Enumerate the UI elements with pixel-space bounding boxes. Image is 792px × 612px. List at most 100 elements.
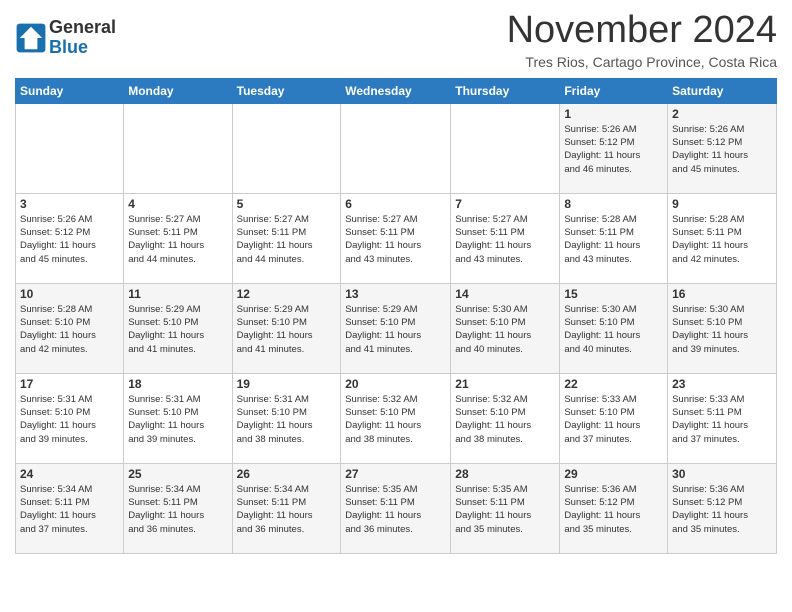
day-info: Sunrise: 5:27 AM Sunset: 5:11 PM Dayligh… <box>237 213 337 266</box>
day-cell: 6Sunrise: 5:27 AM Sunset: 5:11 PM Daylig… <box>341 193 451 283</box>
day-cell: 30 Sunrise: 5:36 AM Sunset: 5:12 PM Dayli… <box>668 463 777 553</box>
day-cell: 23 Sunrise: 5:33 AM Sunset: 5:11 PM Dayli… <box>668 373 777 463</box>
day-number: 27 <box>345 467 446 481</box>
day-number: 26 <box>237 467 337 481</box>
day-info: Sunrise: 5:28 AM Sunset: 5:10 PM Dayligh… <box>20 303 119 356</box>
day-cell: 26Sunrise: 5:34 AM Sunset: 5:11 PM Dayli… <box>232 463 341 553</box>
day-number: 19 <box>237 377 337 391</box>
header-thursday: Thursday <box>451 78 560 103</box>
header-monday: Monday <box>124 78 232 103</box>
day-cell <box>232 103 341 193</box>
day-cell <box>341 103 451 193</box>
day-info: Sunrise: 5:33 AM Sunset: 5:10 PM Dayligh… <box>564 393 663 446</box>
page-header: General Blue November 2024 Tres Rios, Ca… <box>15 10 777 70</box>
header-wednesday: Wednesday <box>341 78 451 103</box>
day-number: 22 <box>564 377 663 391</box>
day-info: Sunrise: 5:32 AM Sunset: 5:10 PM Dayligh… <box>345 393 446 446</box>
day-cell: 27 Sunrise: 5:35 AM Sunset: 5:11 PM Dayli… <box>341 463 451 553</box>
day-number: 24 <box>20 467 119 481</box>
day-info: Sunrise: 5:26 AM Sunset: 5:12 PM Dayligh… <box>672 123 772 176</box>
day-info: Sunrise: 5:31 AM Sunset: 5:10 PM Dayligh… <box>128 393 227 446</box>
header-friday: Friday <box>560 78 668 103</box>
day-number: 4 <box>128 197 227 211</box>
logo: General Blue <box>15 18 116 58</box>
day-info: Sunrise: 5:29 AM Sunset: 5:10 PM Dayligh… <box>345 303 446 356</box>
header-row: SundayMondayTuesdayWednesdayThursdayFrid… <box>16 78 777 103</box>
day-number: 9 <box>672 197 772 211</box>
day-cell: 18 Sunrise: 5:31 AM Sunset: 5:10 PM Dayli… <box>124 373 232 463</box>
day-info: Sunrise: 5:32 AM Sunset: 5:10 PM Dayligh… <box>455 393 555 446</box>
day-cell: 1 Sunrise: 5:26 AM Sunset: 5:12 PM Daylig… <box>560 103 668 193</box>
day-number: 29 <box>564 467 663 481</box>
day-cell: 28 Sunrise: 5:35 AM Sunset: 5:11 PM Dayli… <box>451 463 560 553</box>
day-number: 23 <box>672 377 772 391</box>
day-info: Sunrise: 5:33 AM Sunset: 5:11 PM Dayligh… <box>672 393 772 446</box>
title-section: November 2024 Tres Rios, Cartago Provinc… <box>507 10 777 70</box>
day-info: Sunrise: 5:26 AM Sunset: 5:12 PM Dayligh… <box>564 123 663 176</box>
calendar-table: SundayMondayTuesdayWednesdayThursdayFrid… <box>15 78 777 554</box>
day-info: Sunrise: 5:35 AM Sunset: 5:11 PM Dayligh… <box>345 483 446 536</box>
day-number: 15 <box>564 287 663 301</box>
day-cell <box>16 103 124 193</box>
header-saturday: Saturday <box>668 78 777 103</box>
week-row-3: 17 Sunrise: 5:31 AM Sunset: 5:10 PM Dayli… <box>16 373 777 463</box>
day-info: Sunrise: 5:28 AM Sunset: 5:11 PM Dayligh… <box>564 213 663 266</box>
day-number: 14 <box>455 287 555 301</box>
day-cell <box>124 103 232 193</box>
day-cell: 3 Sunrise: 5:26 AM Sunset: 5:12 PM Daylig… <box>16 193 124 283</box>
day-info: Sunrise: 5:30 AM Sunset: 5:10 PM Dayligh… <box>455 303 555 356</box>
day-number: 8 <box>564 197 663 211</box>
day-cell: 17Sunrise: 5:31 AM Sunset: 5:10 PM Dayli… <box>16 373 124 463</box>
day-number: 12 <box>237 287 337 301</box>
day-number: 3 <box>20 197 119 211</box>
day-number: 25 <box>128 467 227 481</box>
day-number: 18 <box>128 377 227 391</box>
week-row-1: 3 Sunrise: 5:26 AM Sunset: 5:12 PM Daylig… <box>16 193 777 283</box>
day-info: Sunrise: 5:30 AM Sunset: 5:10 PM Dayligh… <box>564 303 663 356</box>
day-info: Sunrise: 5:35 AM Sunset: 5:11 PM Dayligh… <box>455 483 555 536</box>
day-info: Sunrise: 5:34 AM Sunset: 5:11 PM Dayligh… <box>128 483 227 536</box>
day-cell: 14 Sunrise: 5:30 AM Sunset: 5:10 PM Dayli… <box>451 283 560 373</box>
day-info: Sunrise: 5:27 AM Sunset: 5:11 PM Dayligh… <box>455 213 555 266</box>
day-number: 28 <box>455 467 555 481</box>
day-info: Sunrise: 5:29 AM Sunset: 5:10 PM Dayligh… <box>237 303 337 356</box>
day-number: 10 <box>20 287 119 301</box>
day-number: 17 <box>20 377 119 391</box>
day-number: 20 <box>345 377 446 391</box>
day-number: 11 <box>128 287 227 301</box>
day-cell: 25 Sunrise: 5:34 AM Sunset: 5:11 PM Dayli… <box>124 463 232 553</box>
day-cell: 29Sunrise: 5:36 AM Sunset: 5:12 PM Dayli… <box>560 463 668 553</box>
day-cell: 11 Sunrise: 5:29 AM Sunset: 5:10 PM Dayli… <box>124 283 232 373</box>
subtitle: Tres Rios, Cartago Province, Costa Rica <box>507 54 777 70</box>
day-number: 6 <box>345 197 446 211</box>
day-cell: 5Sunrise: 5:27 AM Sunset: 5:11 PM Daylig… <box>232 193 341 283</box>
day-number: 2 <box>672 107 772 121</box>
week-row-2: 10 Sunrise: 5:28 AM Sunset: 5:10 PM Dayli… <box>16 283 777 373</box>
day-cell: 22 Sunrise: 5:33 AM Sunset: 5:10 PM Dayli… <box>560 373 668 463</box>
day-number: 30 <box>672 467 772 481</box>
day-cell: 2 Sunrise: 5:26 AM Sunset: 5:12 PM Daylig… <box>668 103 777 193</box>
day-cell: 10 Sunrise: 5:28 AM Sunset: 5:10 PM Dayli… <box>16 283 124 373</box>
day-cell: 20 Sunrise: 5:32 AM Sunset: 5:10 PM Dayli… <box>341 373 451 463</box>
month-title: November 2024 <box>507 10 777 52</box>
day-cell: 7Sunrise: 5:27 AM Sunset: 5:11 PM Daylig… <box>451 193 560 283</box>
day-cell <box>451 103 560 193</box>
day-cell: 9Sunrise: 5:28 AM Sunset: 5:11 PM Daylig… <box>668 193 777 283</box>
day-info: Sunrise: 5:26 AM Sunset: 5:12 PM Dayligh… <box>20 213 119 266</box>
logo-line1: General <box>49 18 116 38</box>
day-cell: 8 Sunrise: 5:28 AM Sunset: 5:11 PM Daylig… <box>560 193 668 283</box>
day-cell: 24 Sunrise: 5:34 AM Sunset: 5:11 PM Dayli… <box>16 463 124 553</box>
day-info: Sunrise: 5:36 AM Sunset: 5:12 PM Dayligh… <box>672 483 772 536</box>
day-info: Sunrise: 5:34 AM Sunset: 5:11 PM Dayligh… <box>20 483 119 536</box>
day-cell: 13Sunrise: 5:29 AM Sunset: 5:10 PM Dayli… <box>341 283 451 373</box>
day-info: Sunrise: 5:29 AM Sunset: 5:10 PM Dayligh… <box>128 303 227 356</box>
week-row-4: 24 Sunrise: 5:34 AM Sunset: 5:11 PM Dayli… <box>16 463 777 553</box>
logo-line2: Blue <box>49 38 116 58</box>
day-info: Sunrise: 5:30 AM Sunset: 5:10 PM Dayligh… <box>672 303 772 356</box>
day-cell: 12 Sunrise: 5:29 AM Sunset: 5:10 PM Dayli… <box>232 283 341 373</box>
header-sunday: Sunday <box>16 78 124 103</box>
day-cell: 19Sunrise: 5:31 AM Sunset: 5:10 PM Dayli… <box>232 373 341 463</box>
day-cell: 15 Sunrise: 5:30 AM Sunset: 5:10 PM Dayli… <box>560 283 668 373</box>
day-number: 1 <box>564 107 663 121</box>
calendar-header: SundayMondayTuesdayWednesdayThursdayFrid… <box>16 78 777 103</box>
